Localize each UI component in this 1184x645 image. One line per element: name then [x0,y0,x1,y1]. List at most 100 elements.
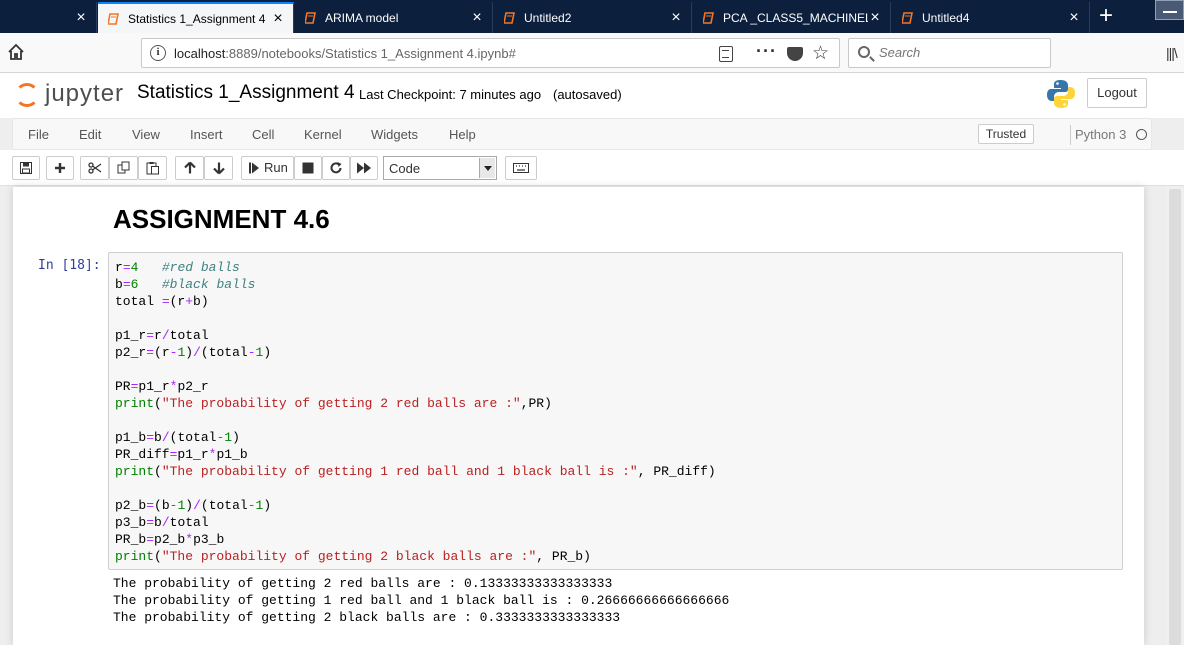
address-bar[interactable]: i localhost:8889/notebooks/Statistics 1_… [141,38,840,68]
kernel-status-icon [1136,129,1147,140]
autosave-status: (autosaved) [553,87,622,102]
stop-icon [302,162,314,174]
menu-cell[interactable]: Cell [252,127,274,142]
menu-kernel[interactable]: Kernel [304,127,342,142]
code-cell-input[interactable]: r=4 #red balls b=6 #black balls total =(r+… [108,252,1123,570]
tab-label: Untitled4 [922,10,970,25]
close-icon[interactable]: × [470,9,484,25]
info-icon[interactable]: i [150,45,166,61]
browser-tab-1[interactable]: Statistics 1_Assignment 4 × [98,2,294,33]
code-line: p1_r=r/total [115,328,209,343]
logout-button[interactable]: Logout [1087,78,1147,108]
move-down-button[interactable] [204,156,233,180]
interrupt-button[interactable] [294,156,322,180]
cell-type-value: Code [389,161,421,176]
kernel-separator [1070,125,1071,145]
minimize-button[interactable] [1155,0,1184,20]
notebook-icon [703,11,714,24]
copy-icon [117,161,129,174]
url-text[interactable]: localhost:8889/notebooks/Statistics 1_As… [174,46,516,61]
tab-label: Statistics 1_Assignment 4 [128,11,266,26]
restart-button[interactable] [322,156,350,180]
browser-tab-0[interactable]: × [0,2,97,33]
code-line: b=6 #black balls [115,277,256,292]
cut-button[interactable] [80,156,109,180]
save-button[interactable] [12,156,40,180]
browser-tab-4[interactable]: PCA _CLASS5_MACHINELI × [693,2,891,33]
browser-nav-bar: i localhost:8889/notebooks/Statistics 1_… [0,33,1184,73]
code-line: print("The probability of getting 2 blac… [115,549,591,564]
notebook-menubar: File Edit View Insert Cell Kernel Widget… [12,118,1152,150]
insert-cell-button[interactable] [46,156,74,180]
library-icon[interactable]: |||\ [1166,45,1178,61]
run-button[interactable]: Run [241,156,294,180]
arrow-up-icon [183,161,196,174]
close-icon[interactable]: × [271,10,285,26]
code-line: p3_b=b/total [115,515,209,530]
browser-tab-5[interactable]: Untitled4 × [892,2,1090,33]
code-line: PR_diff=p1_r*p1_b [115,447,248,462]
code-line: print("The probability of getting 2 red … [115,396,552,411]
browser-tab-strip: × Statistics 1_Assignment 4 × ARIMA mode… [0,0,1184,33]
page-actions-icon[interactable]: ··· [756,41,777,62]
scissors-icon [87,162,101,174]
search-input[interactable] [879,45,1039,60]
menu-help[interactable]: Help [449,127,476,142]
notebook-icon [108,12,119,25]
new-tab-button[interactable]: + [1093,4,1119,30]
menu-edit[interactable]: Edit [79,127,101,142]
step-forward-icon [249,162,259,174]
close-icon[interactable]: × [1067,9,1081,25]
command-palette-button[interactable] [505,156,537,180]
menu-file[interactable]: File [28,127,49,142]
menu-widgets[interactable]: Widgets [371,127,418,142]
notebook-icon [504,11,515,24]
jupyter-header: jupyter Statistics 1_Assignment 4 Last C… [0,73,1184,118]
jupyter-ring-icon [15,83,39,107]
pocket-icon[interactable] [787,47,803,61]
close-icon[interactable]: × [74,9,88,25]
bookmark-star-icon[interactable]: ☆ [812,42,829,65]
url-path: :8889/notebooks/Statistics 1_Assignment … [225,46,516,61]
menu-insert[interactable]: Insert [190,127,223,142]
search-box[interactable] [848,38,1051,68]
output-line: The probability of getting 2 red balls a… [113,576,613,591]
code-line: PR=p1_r*p2_r [115,379,209,394]
close-icon[interactable]: × [868,9,882,25]
code-line: p2_r=(r-1)/(total-1) [115,345,272,360]
cell-type-select[interactable]: Code [383,156,497,180]
plus-icon [55,163,65,173]
browser-tab-3[interactable]: Untitled2 × [494,2,692,33]
browser-tab-2[interactable]: ARIMA model × [295,2,493,33]
jupyter-logo-text: jupyter [45,80,125,107]
keyboard-icon [513,163,529,173]
paste-button[interactable] [138,156,167,180]
paste-icon [146,162,159,175]
restart-run-all-button[interactable] [350,156,378,180]
menu-view[interactable]: View [132,127,160,142]
refresh-icon [330,162,342,174]
trusted-indicator[interactable]: Trusted [978,124,1034,144]
tab-label: PCA _CLASS5_MACHINELI [723,10,868,25]
kernel-name[interactable]: Python 3 [1075,127,1126,142]
home-icon[interactable] [6,42,26,62]
jupyter-logo[interactable]: jupyter [15,80,145,112]
tab-label: Untitled2 [524,10,572,25]
checkpoint-status: Last Checkpoint: 7 minutes ago [359,87,542,102]
scrollbar-thumb[interactable] [1169,189,1181,645]
chevron-down-icon [479,158,495,178]
notebook-title[interactable]: Statistics 1_Assignment 4 [137,82,355,104]
code-line: r=4 #red balls [115,260,240,275]
code-text[interactable]: r=4 #red balls b=6 #black balls total =(r+… [115,259,716,565]
copy-button[interactable] [109,156,138,180]
run-label: Run [264,160,288,175]
code-line: total =(r+b) [115,294,209,309]
close-icon[interactable]: × [669,9,683,25]
tab-label: ARIMA model [325,10,399,25]
reader-view-icon[interactable] [719,46,733,62]
move-up-button[interactable] [175,156,204,180]
